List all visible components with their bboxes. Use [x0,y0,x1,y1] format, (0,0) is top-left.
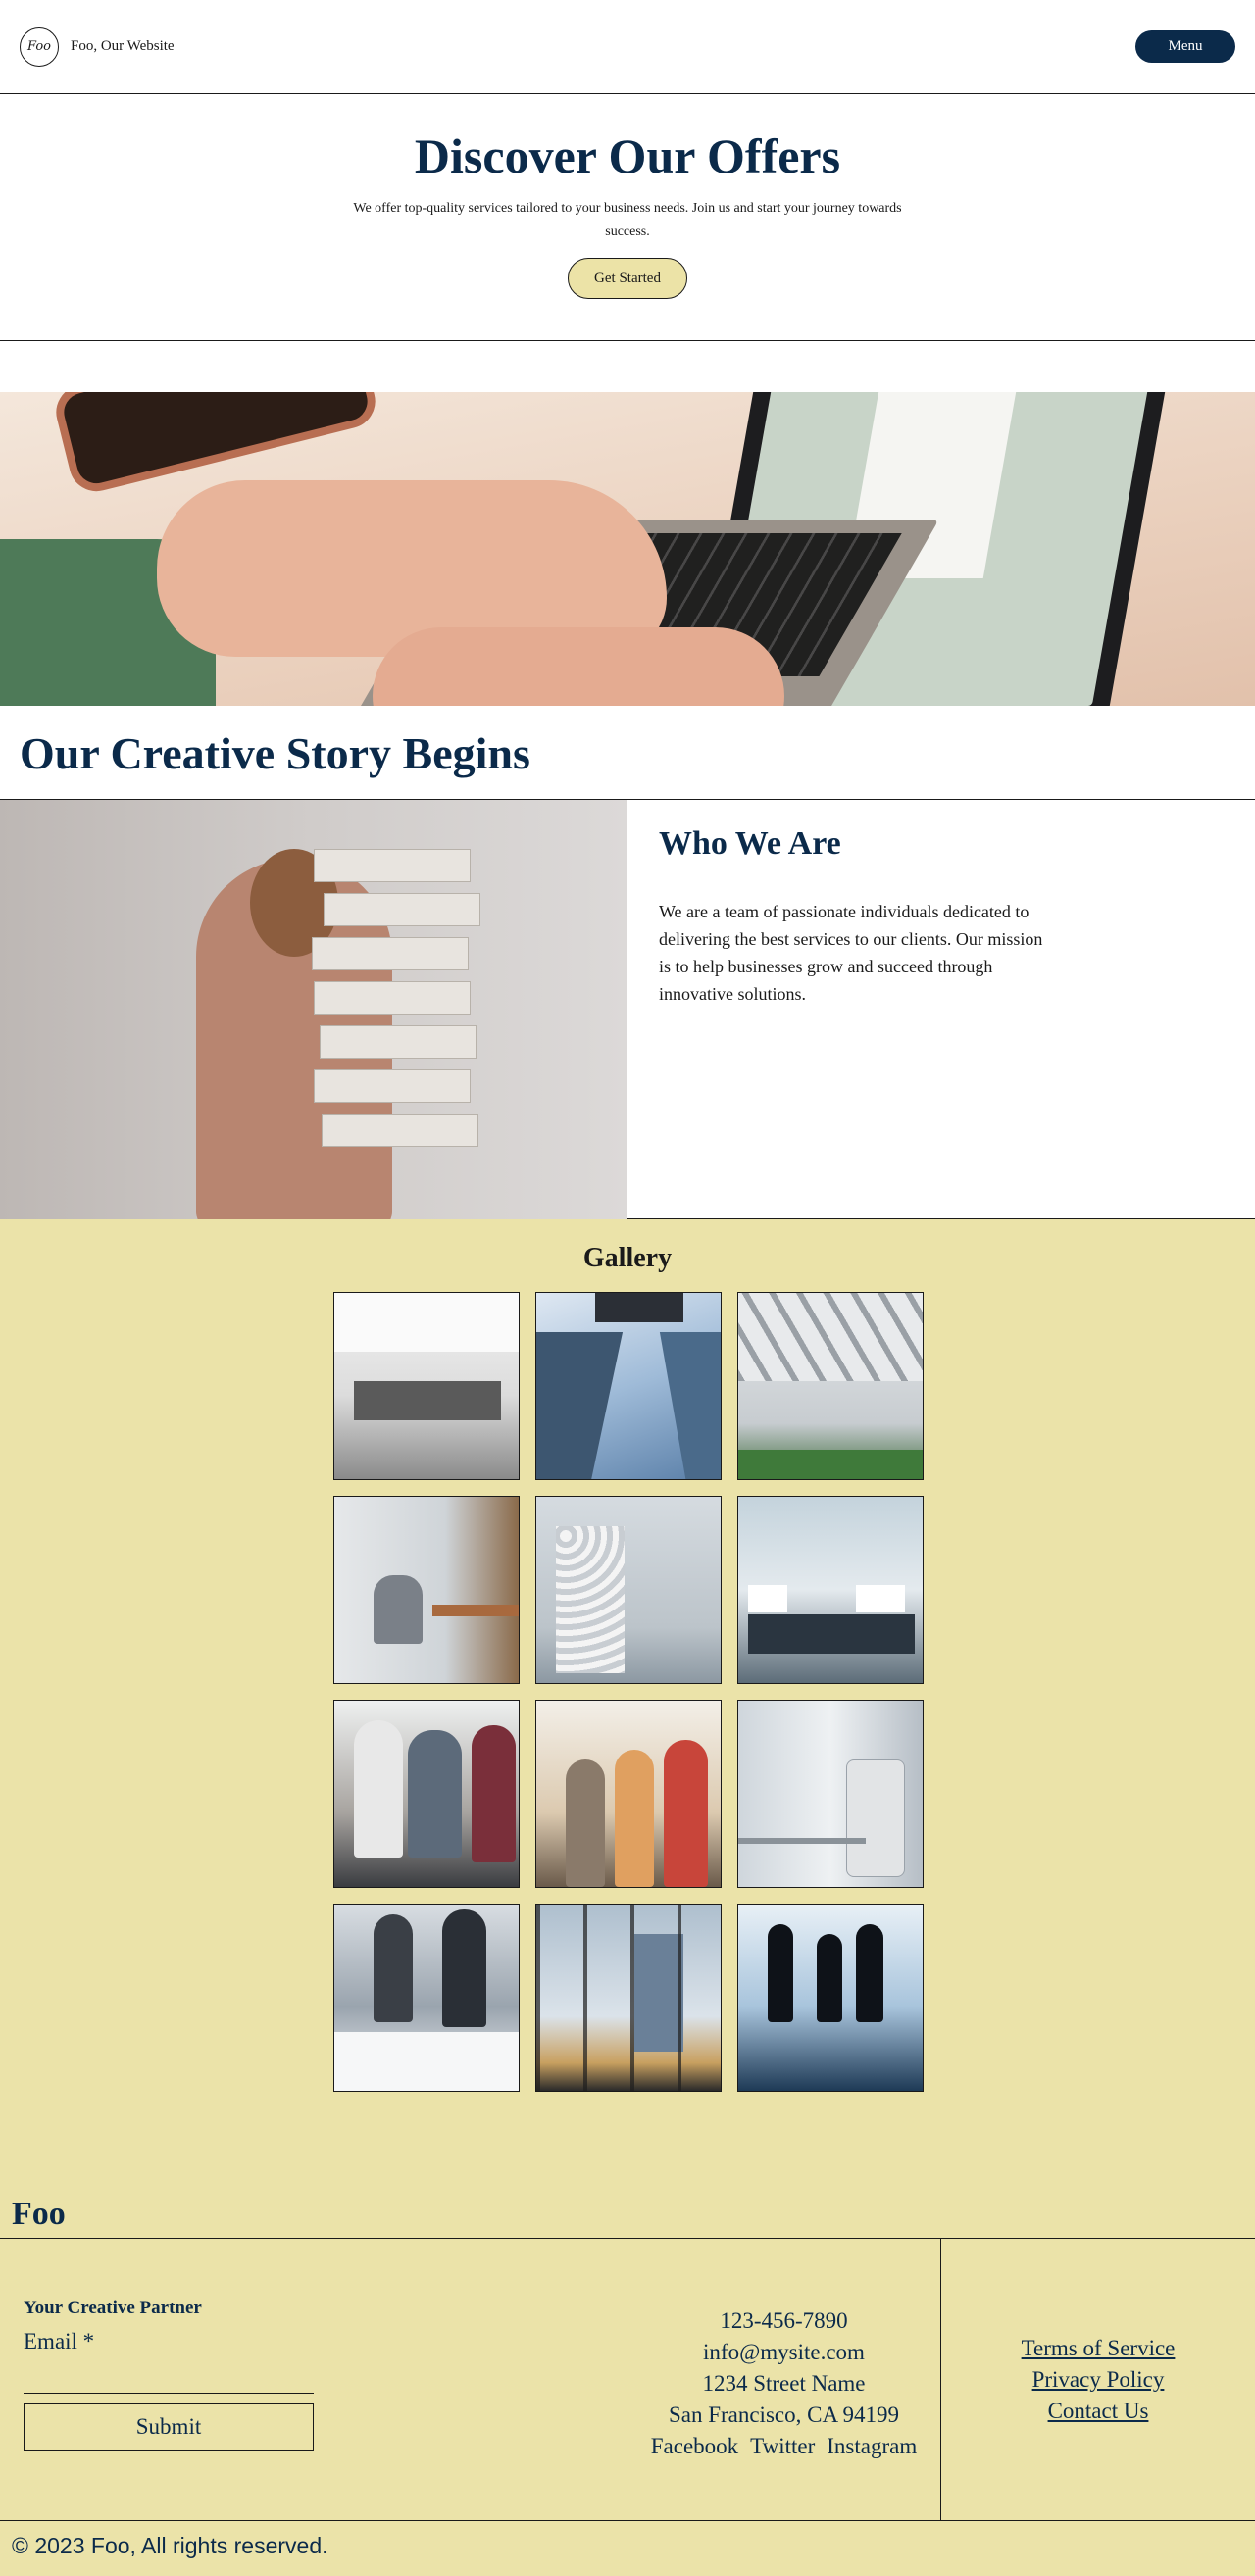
gallery-image-conference-room[interactable] [737,1700,924,1888]
facebook-link[interactable]: Facebook [651,2431,738,2462]
gallery-image-skyscrapers[interactable] [535,1292,722,1480]
logo[interactable]: Foo [20,26,59,67]
gallery-image-group-discussion[interactable] [535,1700,722,1888]
footer-columns: Your Creative Partner Email * Submit 123… [0,2239,1255,2521]
hero-description: We offer top-quality services tailored t… [353,201,902,239]
box-stack-item [314,1069,471,1103]
hero-banner-image [0,392,1255,706]
box-stack-item [324,893,480,926]
get-started-button[interactable]: Get Started [568,258,687,299]
gallery-image-atrium[interactable] [737,1292,924,1480]
email-address[interactable]: info@mysite.com [628,2337,940,2368]
address-line-1: 1234 Street Name [702,2371,866,2396]
about-text: Who We Are We are a team of passionate i… [628,800,1255,1218]
box-stack-item [320,1025,477,1059]
hero-section: Discover Our Offers We offer top-quality… [0,94,1255,341]
site-footer: Foo Your Creative Partner Email * Submit… [0,2141,1255,2576]
box-stack-item [314,981,471,1015]
gallery-title: Gallery [582,1243,673,1273]
box-stack-item [312,937,469,970]
hero-title: Discover Our Offers [414,128,841,183]
email-field[interactable] [24,2368,314,2394]
instagram-link[interactable]: Instagram [827,2431,917,2462]
site-name[interactable]: Foo, Our Website [71,38,175,55]
phone-number: 123-456-7890 [720,2308,848,2333]
terms-of-service-link[interactable]: Terms of Service [941,2333,1255,2364]
second-hand [373,627,784,706]
email-label: Email * [24,2329,95,2353]
contact-info: 123-456-7890 info@mysite.com 1234 Street… [628,2239,941,2520]
menu-button[interactable]: Menu [1135,30,1235,63]
gallery-image-team-meeting[interactable] [333,1700,520,1888]
submit-button[interactable]: Submit [24,2403,314,2451]
gallery-image-workspace[interactable] [333,1496,520,1684]
gallery-image-business-documents[interactable] [333,1904,520,2092]
gallery-section: Gallery [0,1219,1255,2141]
brand[interactable]: Foo Foo, Our Website [20,26,175,67]
gallery-image-lobby[interactable] [535,1496,722,1684]
box-stack-item [314,849,471,882]
privacy-policy-link[interactable]: Privacy Policy [941,2364,1255,2396]
site-header: Foo Foo, Our Website Menu [0,0,1255,94]
gallery-image-office[interactable] [333,1292,520,1480]
about-section: Who We Are We are a team of passionate i… [0,800,1255,1219]
twitter-link[interactable]: Twitter [750,2431,815,2462]
about-image [0,800,628,1219]
address-line-2: San Francisco, CA 94199 [668,2403,900,2427]
newsletter-form: Your Creative Partner Email * Submit [0,2239,628,2520]
footer-tagline: Your Creative Partner [24,2298,202,2318]
story-title: Our Creative Story Begins [0,706,1255,800]
gallery-image-skyline-window[interactable] [535,1904,722,2092]
gallery-image-silhouettes[interactable] [737,1904,924,2092]
legal-links: Terms of Service Privacy Policy Contact … [941,2239,1255,2520]
about-body: We are a team of passionate individuals … [659,902,1043,1004]
box-stack-item [322,1114,478,1147]
social-links: Facebook Twitter Instagram [628,2431,940,2462]
about-heading: Who We Are [659,825,841,862]
copyright-text: © 2023 Foo, All rights reserved. [12,2533,328,2558]
footer-brand: Foo [0,2141,1255,2239]
gallery-grid [333,1292,924,2092]
contact-us-link[interactable]: Contact Us [941,2396,1255,2427]
gallery-image-open-office[interactable] [737,1496,924,1684]
